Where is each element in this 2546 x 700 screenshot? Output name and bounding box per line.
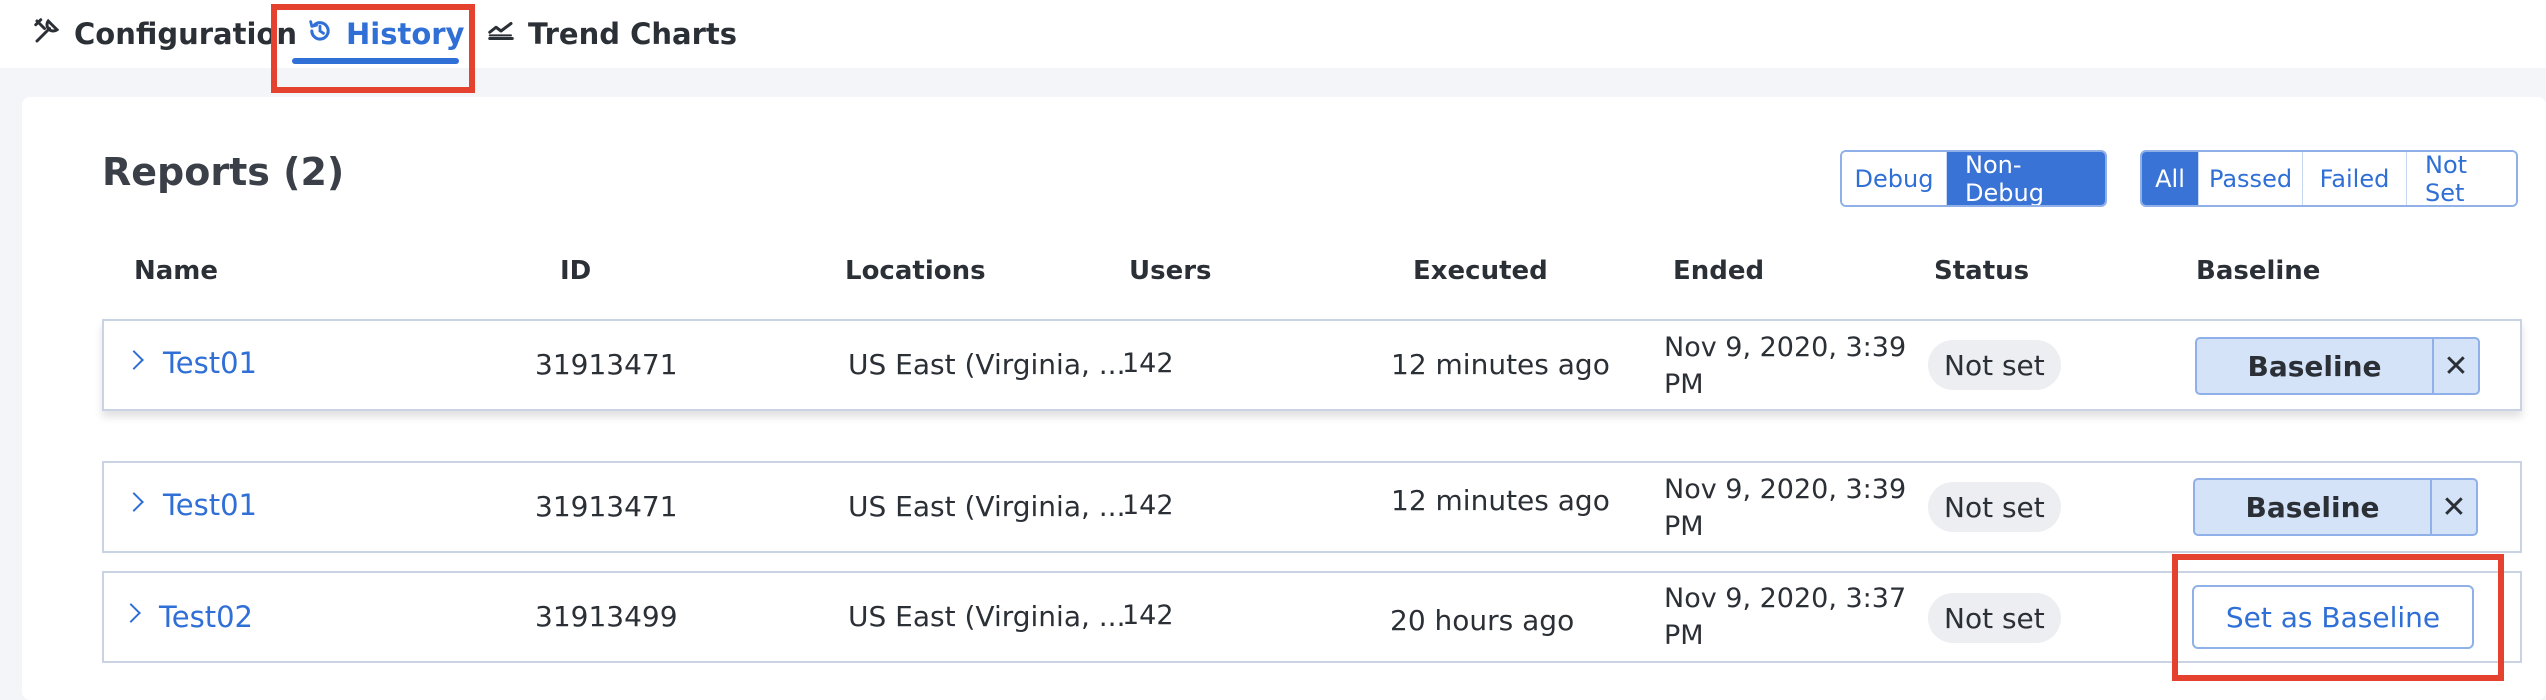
column-header-name[interactable]: Name	[134, 256, 218, 286]
report-locations: US East (Virginia, ...	[848, 600, 1126, 633]
filter-non-debug-button[interactable]: Non-Debug	[1946, 152, 2105, 205]
report-users: 142	[1122, 600, 1174, 631]
remove-baseline-close-icon[interactable]: ✕	[2432, 339, 2478, 393]
report-users: 142	[1122, 348, 1174, 379]
report-name-link[interactable]: Test01	[163, 346, 257, 380]
report-ended-date: Nov 9, 2020, 3:37	[1664, 583, 1907, 614]
set-baseline-highlight	[2172, 554, 2504, 681]
filter-not-set-button[interactable]: Not Set	[2406, 152, 2516, 205]
column-header-executed[interactable]: Executed	[1413, 256, 1548, 286]
report-ended-date: Nov 9, 2020, 3:39	[1664, 474, 1907, 505]
tab-trend-charts[interactable]: Trend Charts	[486, 0, 737, 68]
column-header-baseline[interactable]: Baseline	[2196, 256, 2320, 286]
report-ended-ampm: PM	[1664, 511, 1704, 542]
report-executed: 12 minutes ago	[1391, 484, 1610, 517]
report-id: 31913471	[535, 348, 678, 381]
baseline-button[interactable]: Baseline	[2195, 480, 2430, 534]
tab-trend-charts-label: Trend Charts	[528, 17, 737, 51]
report-ended: Nov 9, 2020, 3:37 PM	[1664, 580, 1906, 654]
column-header-ended[interactable]: Ended	[1673, 256, 1764, 286]
report-ended-date: Nov 9, 2020, 3:39	[1664, 332, 1907, 363]
filter-debug-button[interactable]: Debug	[1842, 152, 1946, 205]
report-name-link[interactable]: Test02	[159, 600, 253, 634]
column-header-locations[interactable]: Locations	[845, 256, 986, 286]
reports-title: Reports (2)	[102, 150, 345, 194]
report-executed: 12 minutes ago	[1391, 348, 1610, 381]
baseline-badge-group: Baseline ✕	[2195, 337, 2480, 395]
filter-failed-button[interactable]: Failed	[2302, 152, 2406, 205]
tab-configuration-label: Configuration	[74, 17, 297, 51]
report-id: 31913471	[535, 490, 678, 523]
report-locations: US East (Virginia, ...	[848, 490, 1126, 523]
history-tab-highlight	[271, 4, 475, 93]
report-ended: Nov 9, 2020, 3:39 PM	[1664, 471, 1906, 545]
report-name-link[interactable]: Test01	[163, 488, 257, 522]
filter-passed-button[interactable]: Passed	[2198, 152, 2302, 205]
report-row[interactable]	[102, 461, 2522, 553]
status-filter: All Passed Failed Not Set	[2140, 150, 2518, 207]
baseline-button[interactable]: Baseline	[2197, 339, 2432, 393]
report-locations: US East (Virginia, ...	[848, 348, 1126, 381]
filter-all-button[interactable]: All	[2142, 152, 2198, 205]
report-ended: Nov 9, 2020, 3:39 PM	[1664, 329, 1906, 403]
status-badge: Not set	[1928, 482, 2061, 532]
debug-mode-filter: Debug Non-Debug	[1840, 150, 2107, 207]
report-row[interactable]	[102, 571, 2522, 663]
status-badge: Not set	[1928, 593, 2061, 643]
trend-chart-icon	[486, 16, 528, 53]
report-executed: 20 hours ago	[1390, 604, 1575, 637]
column-header-status[interactable]: Status	[1934, 256, 2029, 286]
report-users: 142	[1122, 490, 1174, 521]
column-header-users[interactable]: Users	[1129, 256, 1212, 286]
report-ended-ampm: PM	[1664, 620, 1704, 651]
status-badge: Not set	[1928, 340, 2061, 390]
baseline-badge-group: Baseline ✕	[2193, 478, 2478, 536]
report-ended-ampm: PM	[1664, 369, 1704, 400]
tools-icon	[32, 16, 74, 53]
baseline-report-row[interactable]	[102, 319, 2522, 411]
column-header-id[interactable]: ID	[560, 256, 591, 286]
report-id: 31913499	[535, 600, 678, 633]
tab-configuration[interactable]: Configuration	[32, 0, 297, 68]
remove-baseline-close-icon[interactable]: ✕	[2430, 480, 2476, 534]
